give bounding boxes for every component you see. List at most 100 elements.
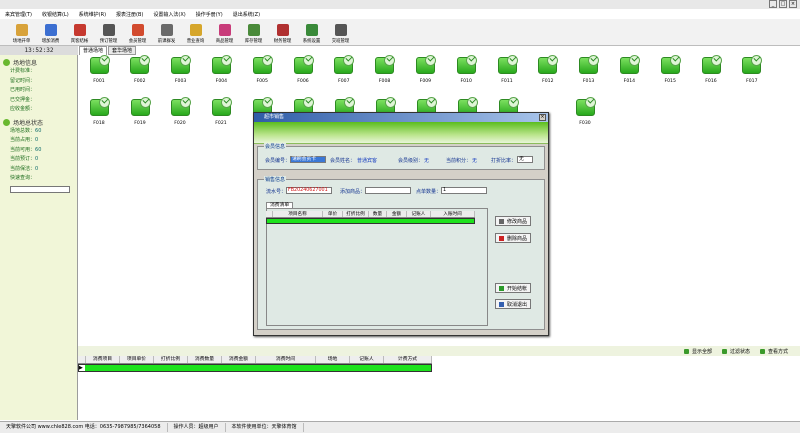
modify-product-button[interactable]: 修改商品	[495, 216, 531, 226]
venue-tile[interactable]: F008	[369, 54, 401, 89]
column-header[interactable]: 记账人	[407, 211, 431, 217]
toolbar-button[interactable]: 预订管理	[94, 19, 123, 46]
dialog-banner	[254, 122, 548, 144]
tab-suite-venue[interactable]: 套华场地	[108, 46, 137, 55]
venue-label: F019	[134, 121, 146, 126]
venue-tile[interactable]: F002	[124, 54, 156, 89]
toolbar-button[interactable]: 交班管理	[326, 19, 355, 46]
column-header[interactable]: 项目单价	[120, 356, 154, 363]
column-header[interactable]: 场地	[316, 356, 350, 363]
venue-tile[interactable]: F004	[205, 54, 237, 89]
menu-item[interactable]: 设置输入法(X)	[153, 11, 185, 18]
toolbar-button[interactable]: 营业查询	[181, 19, 210, 46]
discount-input[interactable]: 无	[517, 156, 533, 163]
toolbar-button[interactable]: 财务管理	[268, 19, 297, 46]
toolbar-label: 财务管理	[273, 39, 292, 44]
serial-input[interactable]: FB20240627001	[286, 187, 332, 194]
menu-item[interactable]: 系统维护(R)	[79, 11, 106, 18]
venue-tile[interactable]: F019	[124, 96, 156, 131]
venue-tile[interactable]: F013	[573, 54, 605, 89]
column-header[interactable]: 消费时间	[256, 356, 316, 363]
column-header[interactable]: 数量	[369, 211, 387, 217]
cancel-exit-button[interactable]: 取消退出	[495, 299, 531, 309]
quantity-label: 点单数量：	[416, 189, 442, 195]
toolbar-button[interactable]: 系统设置	[297, 19, 326, 46]
check-icon	[264, 54, 272, 62]
venue-tile[interactable]: F005	[246, 54, 278, 89]
column-header[interactable]: 入账时间	[431, 211, 475, 217]
dialog-close-icon[interactable]: ×	[539, 114, 546, 121]
member-no-input[interactable]: 请刷会员卡	[290, 156, 326, 163]
consumption-row[interactable]: ▶	[78, 364, 432, 372]
toolbar-button[interactable]: 增加消费	[36, 19, 65, 46]
toolbar-icon	[44, 24, 57, 36]
toolbar-button[interactable]: 场地开单	[7, 19, 36, 46]
filter-status-button[interactable]: 过滤状态	[721, 348, 750, 355]
venue-tile[interactable]: F015	[654, 54, 686, 89]
toolbar-button[interactable]: 会员管理	[123, 19, 152, 46]
venue-tile[interactable]: F020	[164, 96, 196, 131]
left-info-panel: 场地信息 计费标准： 留记时间： 已用时间： 已交押金： 应收金额： 场地总状态…	[0, 55, 78, 420]
delete-product-button[interactable]: 删除商品	[495, 233, 531, 243]
quick-search-input[interactable]	[10, 185, 70, 193]
show-all-button[interactable]: 显示全部	[683, 348, 712, 355]
venue-tile[interactable]: F012	[532, 54, 564, 89]
column-header[interactable]: 单价	[323, 211, 343, 217]
venue-tile[interactable]: F014	[613, 54, 645, 89]
sale-list-header: 项目名称 单价 打折比例 数量 金额 记账人 入账时间	[266, 211, 475, 218]
status-icon	[3, 118, 10, 126]
toolbar-button[interactable]: 商品管理	[210, 19, 239, 46]
view-mode-button[interactable]: 查看方式	[759, 348, 788, 355]
venue-tile[interactable]: F016	[695, 54, 727, 89]
operator-info: 操作人员：超级用户	[168, 423, 226, 432]
venue-tile[interactable]: F021	[205, 96, 237, 131]
venue-tile[interactable]: F017	[736, 54, 768, 89]
toolbar-label: 库存管理	[244, 39, 263, 44]
column-header[interactable]: 消费数量	[188, 356, 222, 363]
toolbar-label: 场地开单	[12, 39, 31, 44]
venue-available-icon	[89, 96, 110, 116]
start-checkout-button[interactable]: 开始结帐	[495, 283, 531, 293]
column-header[interactable]: 计费方式	[384, 356, 432, 363]
tab-normal-venue[interactable]: 普通场地	[79, 46, 108, 55]
column-header[interactable]: 消费项目	[86, 356, 120, 363]
venue-label: F018	[93, 121, 105, 126]
venue-tile[interactable]: F007	[328, 54, 360, 89]
venue-tile[interactable]: F009	[409, 54, 441, 89]
column-header[interactable]: 记账人	[350, 356, 384, 363]
add-product-input[interactable]	[365, 187, 411, 194]
check-icon	[223, 54, 231, 62]
member-level-label: 会员级别：	[398, 158, 424, 164]
minimize-icon[interactable]: _	[769, 0, 777, 8]
column-header[interactable]: 打折比例	[154, 356, 188, 363]
venue-tile[interactable]: F018	[83, 96, 115, 131]
sale-list-row[interactable]	[266, 218, 475, 224]
menu-item[interactable]: 退出系统(Z)	[233, 11, 260, 18]
quantity-input[interactable]: 1	[441, 187, 487, 194]
venue-available-icon	[742, 54, 763, 74]
toolbar-button[interactable]: 库存管理	[239, 19, 268, 46]
column-header[interactable]: 打折比例	[343, 211, 369, 217]
maximize-icon[interactable]: □	[779, 0, 787, 8]
venue-tile[interactable]: F030	[569, 96, 601, 131]
column-header[interactable]: 金额	[387, 211, 407, 217]
menu-item[interactable]: 来宾管理(T)	[5, 11, 32, 18]
check-icon	[753, 54, 761, 62]
venue-tile[interactable]: F001	[83, 54, 115, 89]
close-icon[interactable]: ×	[789, 0, 797, 8]
venue-tile[interactable]: F006	[287, 54, 319, 89]
menu-item[interactable]: 操作手册(Y)	[196, 11, 223, 18]
column-header[interactable]: 项目名称	[273, 211, 323, 217]
check-icon	[468, 54, 476, 62]
venue-tile[interactable]: F010	[450, 54, 482, 89]
column-header[interactable]: 消费金额	[222, 356, 256, 363]
check-icon	[222, 96, 231, 104]
venue-tile[interactable]: F003	[165, 54, 197, 89]
check-icon	[182, 54, 190, 62]
toolbar-button[interactable]: 前课群发	[152, 19, 181, 46]
toolbar-button[interactable]: 宾客结帐	[65, 19, 94, 46]
venue-tile[interactable]: F011	[491, 54, 523, 89]
info-row: 留记时间：	[10, 77, 36, 84]
menu-item[interactable]: 收银结算(L)	[42, 11, 69, 18]
menu-item[interactable]: 报表注册(B)	[116, 11, 143, 18]
